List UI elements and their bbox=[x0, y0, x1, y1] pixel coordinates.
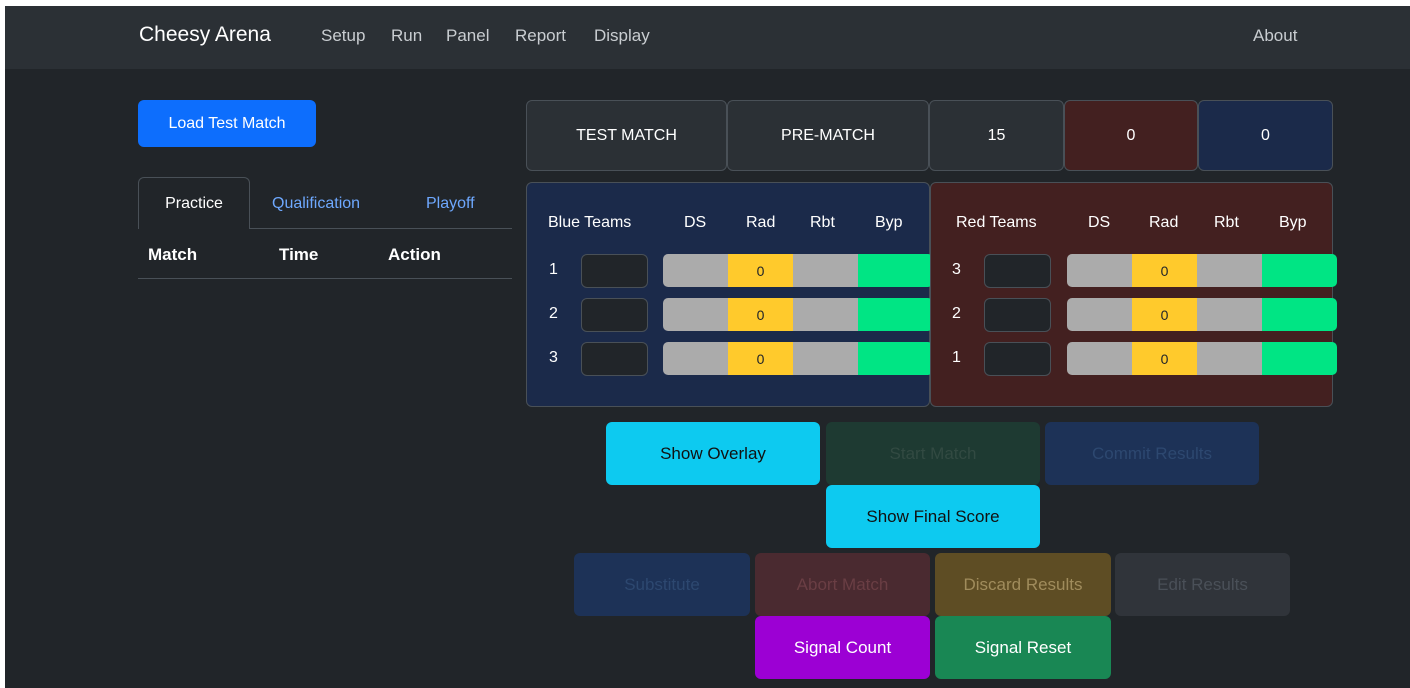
nav-display[interactable]: Display bbox=[594, 26, 650, 46]
tab-qualification[interactable]: Qualification bbox=[272, 195, 360, 213]
brand-link[interactable]: Cheesy Arena bbox=[139, 23, 271, 47]
show-overlay-button[interactable]: Show Overlay bbox=[606, 422, 820, 485]
radio-status: 0 bbox=[728, 342, 793, 375]
red-position-1: 1 bbox=[952, 349, 961, 366]
tab-practice[interactable]: Practice bbox=[138, 177, 250, 229]
red-score-box: 0 bbox=[1064, 100, 1198, 171]
start-match-button[interactable]: Start Match bbox=[826, 422, 1040, 485]
blue-status-bar-2: 0 bbox=[663, 298, 933, 331]
substitute-button[interactable]: Substitute bbox=[574, 553, 750, 616]
bypass-toggle[interactable] bbox=[1262, 298, 1337, 331]
ds-status bbox=[663, 298, 728, 331]
robot-status bbox=[1197, 298, 1262, 331]
bypass-toggle[interactable] bbox=[858, 298, 933, 331]
blue-header-byp: Byp bbox=[875, 214, 903, 231]
bypass-toggle[interactable] bbox=[1262, 342, 1337, 375]
blue-position-2: 2 bbox=[549, 305, 558, 322]
navbar: Cheesy Arena Setup Run Panel Report Disp… bbox=[5, 6, 1410, 69]
blue-status-bar-3: 0 bbox=[663, 342, 933, 375]
red-header-rad: Rad bbox=[1149, 214, 1179, 231]
radio-status: 0 bbox=[1132, 298, 1197, 331]
nav-setup[interactable]: Setup bbox=[321, 26, 365, 46]
tabs-divider bbox=[250, 228, 512, 229]
robot-status bbox=[793, 342, 858, 375]
ds-status bbox=[1067, 254, 1132, 287]
nav-panel[interactable]: Panel bbox=[446, 26, 489, 46]
red-header-teams: Red Teams bbox=[956, 214, 1037, 231]
red-header-rbt: Rbt bbox=[1214, 214, 1239, 231]
blue-alliance-panel: Blue Teams DS Rad Rbt Byp 1 0 2 0 3 0 bbox=[526, 182, 933, 407]
bypass-toggle[interactable] bbox=[858, 342, 933, 375]
bypass-toggle[interactable] bbox=[858, 254, 933, 287]
blue-header-rbt: Rbt bbox=[810, 214, 835, 231]
table-header-divider bbox=[138, 278, 512, 279]
nav-about[interactable]: About bbox=[1253, 26, 1297, 46]
red-header-byp: Byp bbox=[1279, 214, 1307, 231]
radio-status: 0 bbox=[1132, 254, 1197, 287]
window-frame-left bbox=[0, 0, 5, 688]
blue-team-input-3[interactable] bbox=[581, 342, 648, 376]
column-header-time: Time bbox=[279, 245, 319, 264]
load-test-match-button[interactable]: Load Test Match bbox=[138, 100, 316, 147]
ds-status bbox=[663, 254, 728, 287]
red-status-bar-3: 0 bbox=[1067, 254, 1337, 287]
red-header-ds: DS bbox=[1088, 214, 1111, 231]
nav-run[interactable]: Run bbox=[391, 26, 422, 46]
radio-status: 0 bbox=[1132, 342, 1197, 375]
red-alliance-panel: Red Teams DS Rad Rbt Byp 3 0 2 0 1 0 bbox=[930, 182, 1337, 407]
show-final-score-button[interactable]: Show Final Score bbox=[826, 485, 1040, 548]
robot-status bbox=[793, 298, 858, 331]
abort-match-button[interactable]: Abort Match bbox=[755, 553, 930, 616]
blue-header-rad: Rad bbox=[746, 214, 776, 231]
red-position-3: 3 bbox=[952, 261, 961, 278]
red-team-input-1[interactable] bbox=[984, 342, 1051, 376]
discard-results-button[interactable]: Discard Results bbox=[935, 553, 1111, 616]
tab-playoff[interactable]: Playoff bbox=[426, 195, 475, 213]
bypass-toggle[interactable] bbox=[1262, 254, 1337, 287]
column-header-action: Action bbox=[388, 245, 441, 264]
blue-header-ds: DS bbox=[684, 214, 707, 231]
blue-status-bar-1: 0 bbox=[663, 254, 933, 287]
blue-team-input-2[interactable] bbox=[581, 298, 648, 332]
radio-status: 0 bbox=[728, 298, 793, 331]
signal-count-button[interactable]: Signal Count bbox=[755, 616, 930, 679]
red-position-2: 2 bbox=[952, 305, 961, 322]
nav-report[interactable]: Report bbox=[515, 26, 566, 46]
edit-results-button[interactable]: Edit Results bbox=[1115, 553, 1290, 616]
radio-status: 0 bbox=[728, 254, 793, 287]
blue-position-3: 3 bbox=[549, 349, 558, 366]
red-team-input-3[interactable] bbox=[984, 254, 1051, 288]
match-name-box: TEST MATCH bbox=[526, 100, 727, 171]
robot-status bbox=[793, 254, 858, 287]
red-team-input-2[interactable] bbox=[984, 298, 1051, 332]
ds-status bbox=[663, 342, 728, 375]
match-state-box: PRE-MATCH bbox=[727, 100, 929, 171]
ds-status bbox=[1067, 342, 1132, 375]
match-time-box: 15 bbox=[929, 100, 1064, 171]
ds-status bbox=[1067, 298, 1132, 331]
blue-header-teams: Blue Teams bbox=[548, 214, 632, 231]
blue-position-1: 1 bbox=[549, 261, 558, 278]
commit-results-button[interactable]: Commit Results bbox=[1045, 422, 1259, 485]
blue-score-box: 0 bbox=[1198, 100, 1333, 171]
robot-status bbox=[1197, 254, 1262, 287]
robot-status bbox=[1197, 342, 1262, 375]
column-header-match: Match bbox=[148, 245, 198, 264]
blue-team-input-1[interactable] bbox=[581, 254, 648, 288]
signal-reset-button[interactable]: Signal Reset bbox=[935, 616, 1111, 679]
red-status-bar-2: 0 bbox=[1067, 298, 1337, 331]
red-status-bar-1: 0 bbox=[1067, 342, 1337, 375]
